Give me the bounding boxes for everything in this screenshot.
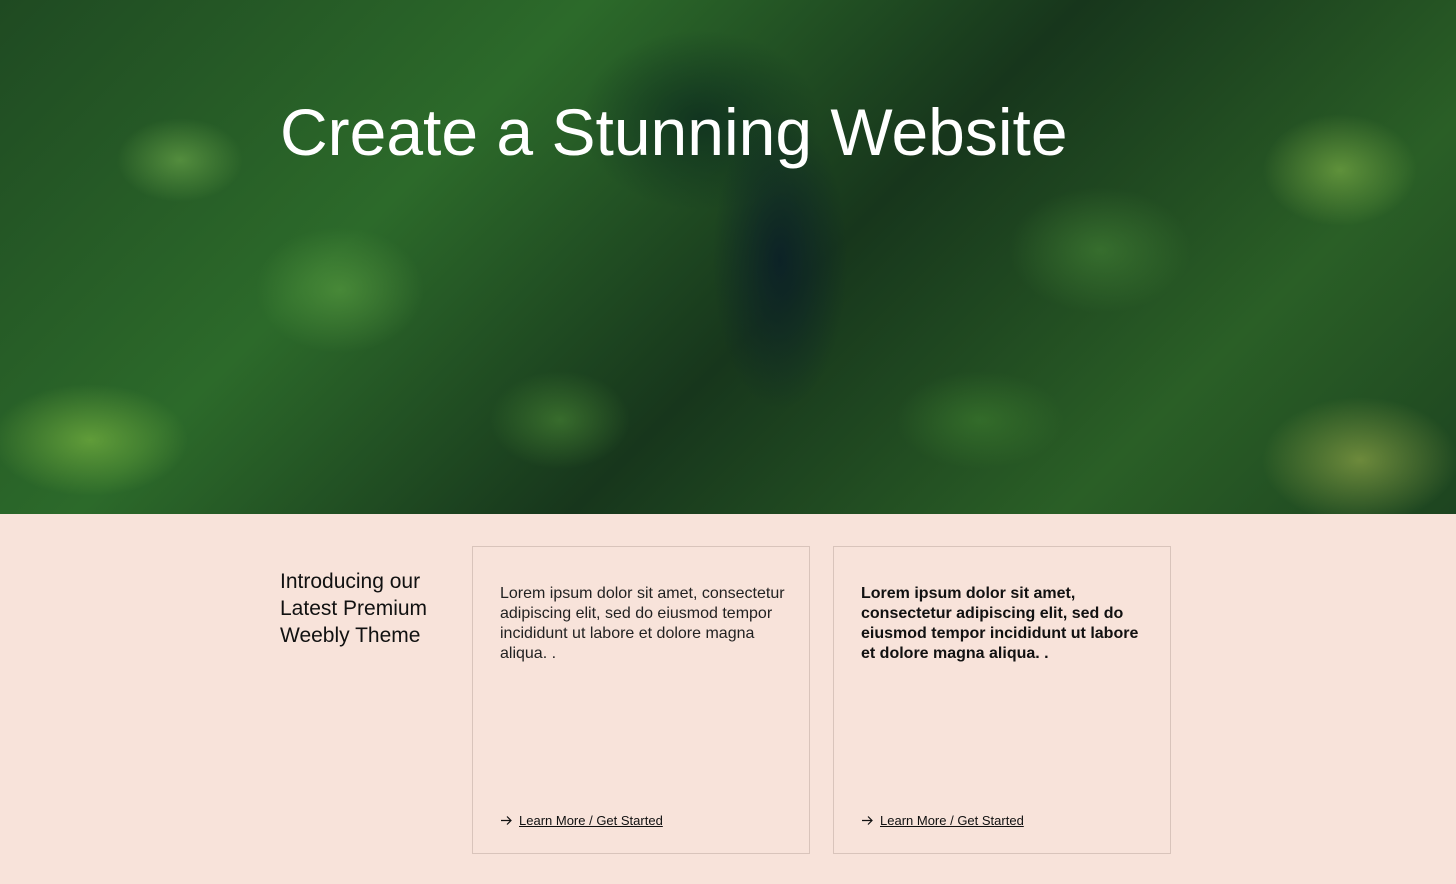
hero-banner: Create a Stunning Website <box>0 0 1456 514</box>
card-text: Lorem ipsum dolor sit amet, consectetur … <box>861 585 1139 662</box>
learn-more-label: Learn More / Get Started <box>519 813 663 828</box>
feature-card-1: Lorem ipsum dolor sit amet, consectetur … <box>472 546 810 854</box>
feature-card-2: Lorem ipsum dolor sit amet, consectetur … <box>833 546 1171 854</box>
hero-title: Create a Stunning Website <box>280 95 1068 169</box>
intro-heading: Introducing our Latest Premium Weebly Th… <box>280 570 428 647</box>
learn-more-link[interactable]: Learn More / Get Started <box>500 813 663 828</box>
arrow-right-icon <box>501 816 512 825</box>
card-text: Lorem ipsum dolor sit amet, consectetur … <box>500 585 785 662</box>
learn-more-label: Learn More / Get Started <box>880 813 1024 828</box>
learn-more-link[interactable]: Learn More / Get Started <box>861 813 1024 828</box>
features-section: Introducing our Latest Premium Weebly Th… <box>0 514 1456 884</box>
arrow-right-icon <box>862 816 873 825</box>
